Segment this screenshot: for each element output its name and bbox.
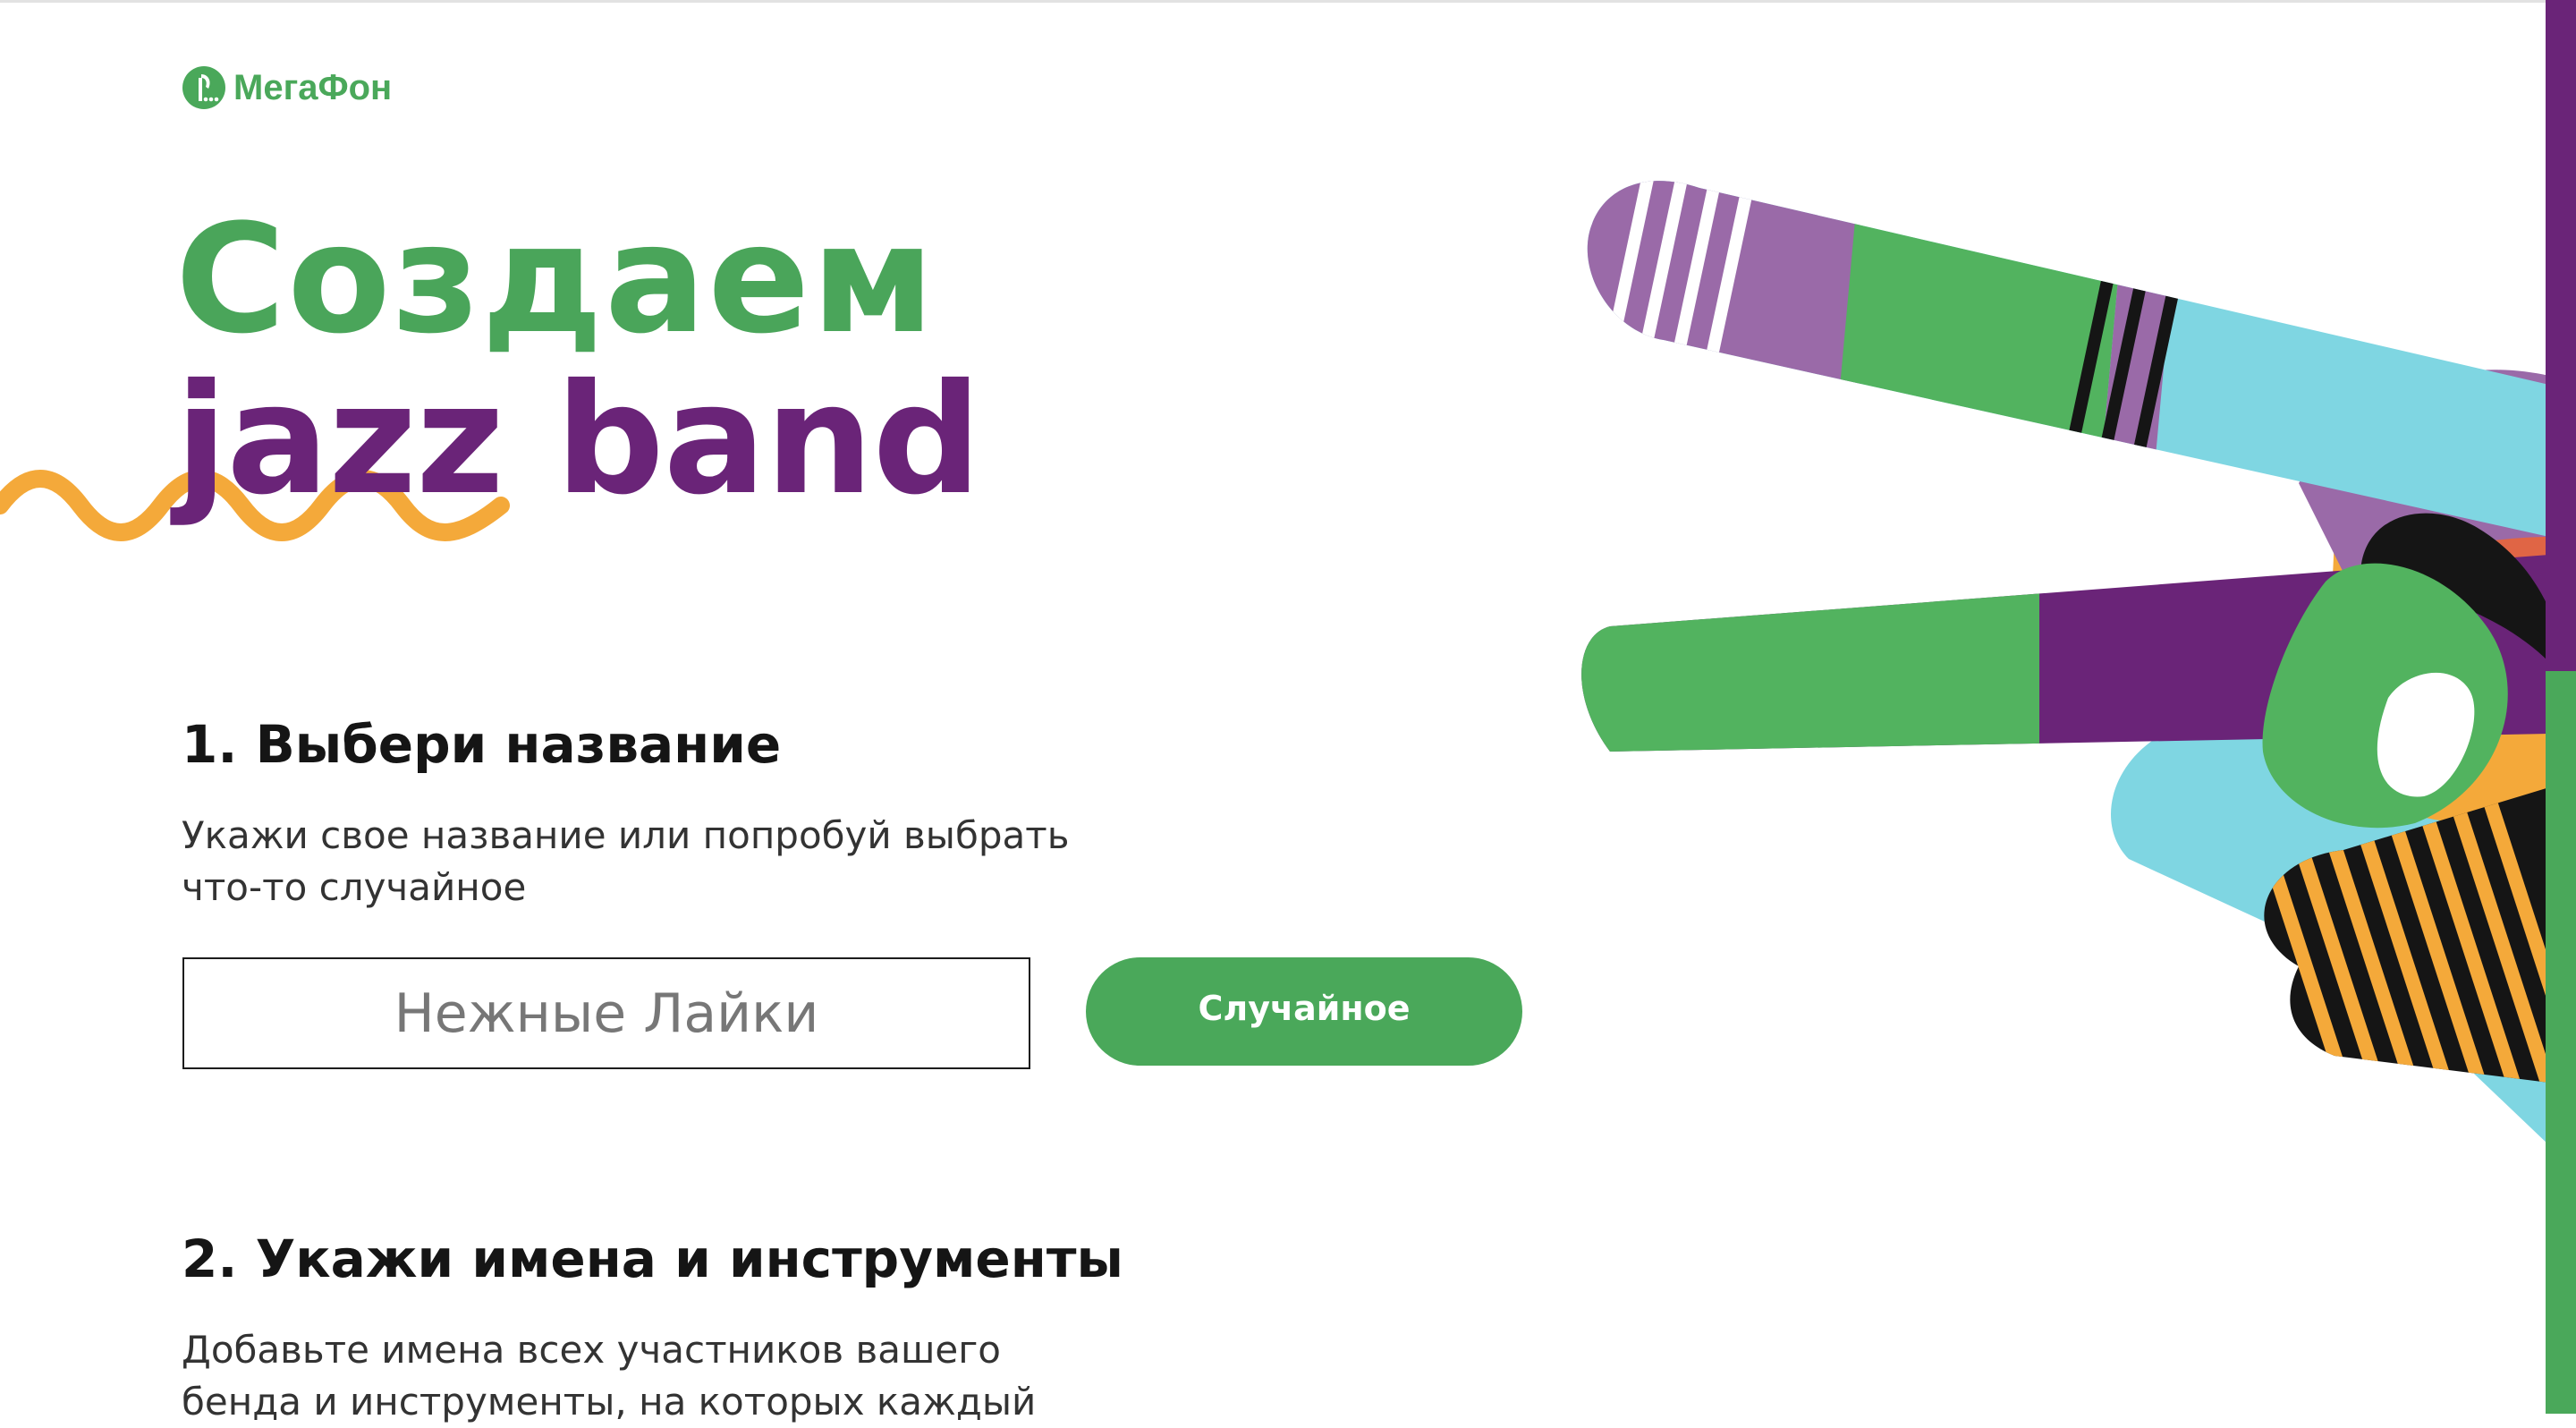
side-scroll-indicator-purple <box>2546 0 2576 671</box>
random-name-button[interactable]: Случайное <box>1086 957 1522 1066</box>
step1-description: Укажи свое название или попробуй выбрать… <box>182 813 1070 909</box>
brand-name: МегаФон <box>233 67 393 107</box>
hero-title-line-2: jazz band <box>175 352 981 529</box>
hero-title-line-1: Создаем <box>175 191 936 367</box>
step2-description: Добавьте имена всех участников вашего бе… <box>182 1328 1037 1424</box>
step1-title: 1. Выбери название <box>182 714 782 775</box>
step2-title: 2. Укажи имена и инструменты <box>182 1228 1123 1289</box>
side-scroll-indicator-green <box>2546 671 2576 1414</box>
megafon-logo[interactable]: МегаФон <box>182 63 392 113</box>
band-name-input[interactable] <box>182 957 1030 1069</box>
top-divider <box>0 0 2576 3</box>
megafon-logo-icon <box>182 66 225 109</box>
peace-hand-illustration <box>1581 181 2549 1145</box>
